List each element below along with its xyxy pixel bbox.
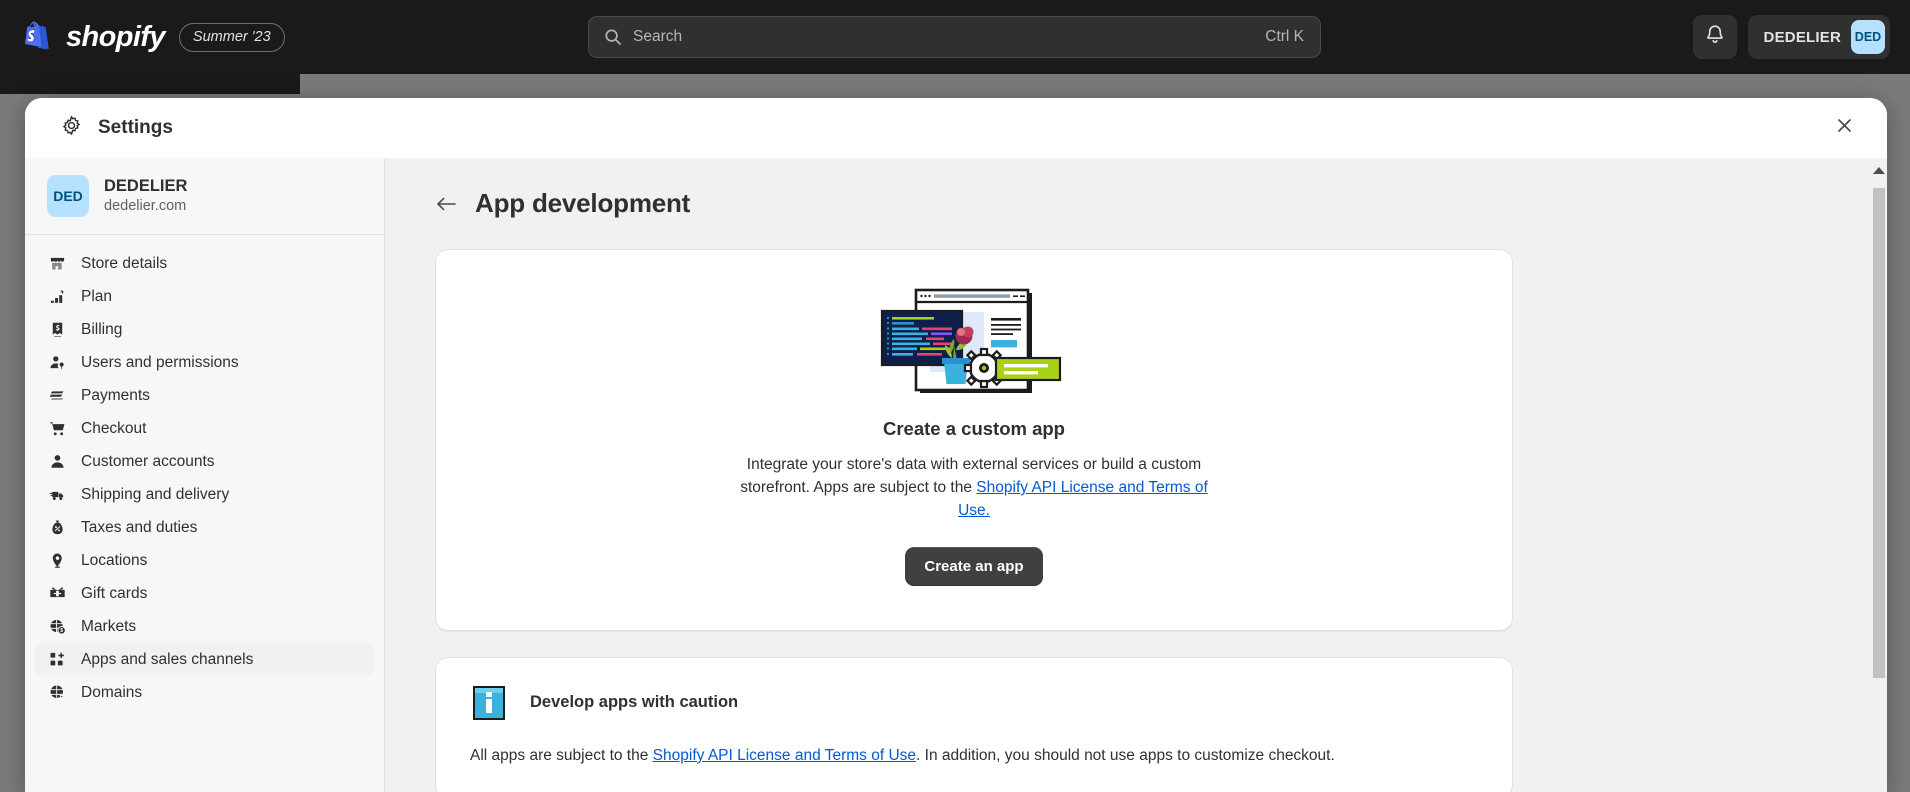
sidebar-item-taxes-and-duties[interactable]: Taxes and duties <box>35 511 374 544</box>
caution-header: Develop apps with caution <box>470 684 1478 722</box>
search-icon <box>604 28 622 46</box>
brand-group[interactable]: shopify Summer '23 <box>22 21 285 54</box>
taxes-moneybag-icon <box>47 518 67 538</box>
main-scrollbar[interactable] <box>1871 158 1887 792</box>
settings-title-group: Settings <box>61 115 173 141</box>
sidebar-item-gift-cards[interactable]: Gift cards <box>35 577 374 610</box>
user-name-label: DEDELIER <box>1763 28 1841 46</box>
sidebar-item-label: Taxes and duties <box>81 518 198 536</box>
sidebar-item-shipping-and-delivery[interactable]: Shipping and delivery <box>35 478 374 511</box>
settings-nav-list: Store details Plan Billing Users and per… <box>35 244 374 709</box>
domains-globe-icon <box>47 683 67 703</box>
checkout-cart-icon <box>47 419 67 439</box>
create-custom-app-card: Create a custom app Integrate your store… <box>435 249 1513 631</box>
sidebar-item-label: Billing <box>81 320 123 338</box>
settings-modal-body: DED DEDELIER dedelier.com Store details <box>25 158 1887 792</box>
search-shortcut-hint: Ctrl K <box>1265 28 1304 45</box>
back-arrow-icon[interactable] <box>435 193 457 215</box>
settings-main-pane: App development Create a custom app Inte… <box>385 158 1887 792</box>
sidebar-item-store-details[interactable]: Store details <box>35 247 374 280</box>
search-box[interactable]: Search Ctrl K <box>588 16 1321 58</box>
billing-receipt-icon <box>47 320 67 340</box>
sidebar-item-label: Users and permissions <box>81 353 239 371</box>
top-bar-right: DEDELIER DED <box>1692 15 1890 59</box>
close-icon <box>1836 117 1853 139</box>
sidebar-item-customer-accounts[interactable]: Customer accounts <box>35 445 374 478</box>
settings-modal: Settings DED DEDELIER dedelier.com Store… <box>25 98 1887 792</box>
sidebar-item-label: Locations <box>81 551 148 569</box>
sidebar-item-domains[interactable]: Domains <box>35 676 374 709</box>
sidebar-item-markets[interactable]: $ Markets <box>35 610 374 643</box>
store-avatar: DED <box>47 175 89 217</box>
develop-apps-caution-card: Develop apps with caution All apps are s… <box>435 656 1513 792</box>
sidebar-item-label: Shipping and delivery <box>81 485 230 503</box>
scroll-up-arrow-icon[interactable] <box>1873 167 1885 174</box>
empty-state-description: Integrate your store's data with externa… <box>727 454 1221 523</box>
notifications-button[interactable] <box>1692 15 1737 59</box>
top-bar: shopify Summer '23 Search Ctrl K DEDELIE… <box>0 0 1910 74</box>
shipping-truck-icon <box>47 485 67 505</box>
sidebar-item-locations[interactable]: Locations <box>35 544 374 577</box>
customer-person-icon <box>47 452 67 472</box>
brand-wordmark: shopify <box>66 20 166 53</box>
main-page-title: App development <box>475 188 691 218</box>
plan-chart-icon <box>47 287 67 307</box>
empty-state-title: Create a custom app <box>883 418 1065 439</box>
caution-body-suffix: . In addition, you should not use apps t… <box>916 746 1335 764</box>
global-search[interactable]: Search Ctrl K <box>588 16 1321 58</box>
sidebar-item-payments[interactable]: Payments <box>35 379 374 412</box>
season-badge: Summer '23 <box>178 22 285 52</box>
info-icon <box>470 684 508 722</box>
svg-text:$: $ <box>60 628 63 634</box>
gear-icon <box>61 115 82 141</box>
gift-card-icon <box>47 584 67 604</box>
caution-title: Develop apps with caution <box>530 693 739 712</box>
sidebar-item-label: Customer accounts <box>81 452 215 470</box>
search-input[interactable]: Search <box>633 28 1265 46</box>
sidebar-item-label: Plan <box>81 287 113 305</box>
page-background-strip <box>0 74 300 94</box>
payments-card-icon <box>47 386 67 406</box>
sidebar-item-label: Store details <box>81 254 168 272</box>
store-header[interactable]: DED DEDELIER dedelier.com <box>25 158 384 235</box>
user-menu-button[interactable]: DEDELIER DED <box>1747 15 1890 59</box>
sidebar-item-label: Domains <box>81 683 143 701</box>
store-identity: DEDELIER dedelier.com <box>104 176 187 217</box>
location-pin-icon <box>47 551 67 571</box>
caution-body-prefix: All apps are subject to the <box>470 746 653 764</box>
markets-globe-icon: $ <box>47 617 67 637</box>
store-name: DEDELIER <box>104 176 188 195</box>
store-icon <box>47 254 67 274</box>
page-title: Settings <box>98 117 173 138</box>
shopify-bag-icon <box>22 21 52 53</box>
sidebar-item-apps-and-sales-channels[interactable]: Apps and sales channels <box>35 643 374 676</box>
custom-app-illustration <box>876 288 1072 400</box>
close-button[interactable] <box>1829 113 1859 143</box>
sidebar-item-users-and-permissions[interactable]: Users and permissions <box>35 346 374 379</box>
sidebar-item-plan[interactable]: Plan <box>35 280 374 313</box>
users-permissions-icon <box>47 353 67 373</box>
sidebar-item-label: Markets <box>81 617 137 635</box>
sidebar-item-label: Apps and sales channels <box>81 650 254 668</box>
settings-modal-header: Settings <box>25 98 1887 158</box>
sidebar-item-label: Checkout <box>81 419 147 437</box>
avatar: DED <box>1851 20 1885 54</box>
create-an-app-button[interactable]: Create an app <box>905 546 1043 586</box>
sidebar-item-label: Gift cards <box>81 584 148 602</box>
bell-icon <box>1705 24 1725 50</box>
caution-body: All apps are subject to the Shopify API … <box>470 744 1478 767</box>
main-content: App development Create a custom app Inte… <box>385 158 1887 792</box>
scrollbar-thumb[interactable] <box>1873 188 1885 678</box>
api-license-link-caution[interactable]: Shopify API License and Terms of Use <box>653 747 916 764</box>
settings-sidebar: DED DEDELIER dedelier.com Store details <box>25 158 385 792</box>
api-license-link[interactable]: Shopify API License and Terms of Use. <box>958 479 1208 519</box>
main-header: App development <box>435 188 1843 219</box>
apps-grid-icon <box>47 650 67 670</box>
sidebar-item-billing[interactable]: Billing <box>35 313 374 346</box>
sidebar-item-label: Payments <box>81 386 150 404</box>
sidebar-item-checkout[interactable]: Checkout <box>35 412 374 445</box>
store-domain: dedelier.com <box>104 197 187 214</box>
